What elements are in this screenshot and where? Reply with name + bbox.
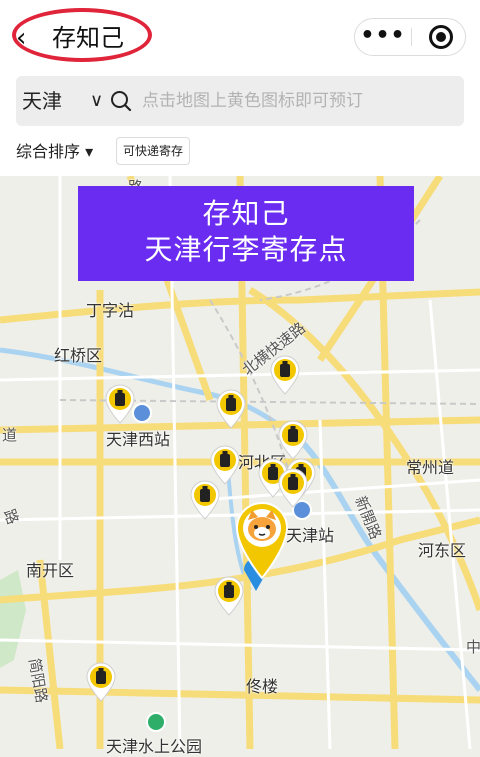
banner-subtitle: 天津行李寄存点 xyxy=(144,233,348,266)
map-label-hedong: 河东区 xyxy=(418,541,467,560)
map-label-hongqiao: 红桥区 xyxy=(54,346,103,365)
top-bar: ‹ 存知己 ••• 天津 ∨ 点击地图上黄色图标即可预订 综合排序 ▾ 可快递寄… xyxy=(0,0,480,176)
search-bar: 天津 ∨ 点击地图上黄色图标即可预订 xyxy=(16,76,464,126)
map-label-tonglou: 佟楼 xyxy=(246,677,279,696)
map-road-left: 道 xyxy=(2,426,18,444)
banner-title: 存知己 xyxy=(202,197,290,230)
luggage-pin[interactable] xyxy=(216,389,246,429)
luggage-pin[interactable] xyxy=(270,355,300,395)
map-label-tianjin-station: 天津站 xyxy=(286,526,335,545)
train-station-icon xyxy=(132,403,152,423)
promo-banner: 存知己 天津行李寄存点 xyxy=(78,186,414,281)
search-input[interactable]: 点击地图上黄色图标即可预订 xyxy=(142,76,363,126)
capsule-divider xyxy=(411,28,412,46)
luggage-pin[interactable] xyxy=(278,420,308,460)
search-icon xyxy=(111,91,132,112)
miniprogram-capsule: ••• xyxy=(354,18,466,56)
luggage-pin[interactable] xyxy=(86,662,116,702)
city-selector[interactable]: 天津 xyxy=(22,76,62,126)
luggage-pin[interactable] xyxy=(105,384,135,424)
map-road-right: 中 xyxy=(466,638,480,656)
map-label-tianjin-west: 天津西站 xyxy=(106,430,171,449)
map-label-water-park: 天津水上公园 xyxy=(106,737,203,756)
more-dots-icon[interactable]: ••• xyxy=(355,19,411,55)
chevron-down-icon[interactable]: ∨ xyxy=(90,76,103,126)
park-icon xyxy=(146,712,166,732)
target-icon[interactable] xyxy=(429,25,453,49)
map-label-nankai: 南开区 xyxy=(26,561,75,580)
map-label-changzhou: 常州道 xyxy=(406,458,455,477)
luggage-pin[interactable] xyxy=(190,480,220,520)
map-label-dingzigu: 丁字沽 xyxy=(86,301,135,320)
selected-store-pin[interactable] xyxy=(234,500,290,580)
red-highlight-circle xyxy=(12,8,152,62)
sort-dropdown[interactable]: 综合排序 ▾ xyxy=(16,140,93,164)
express-storage-filter[interactable]: 可快递寄存 xyxy=(116,137,191,165)
luggage-pin[interactable] xyxy=(210,445,240,485)
